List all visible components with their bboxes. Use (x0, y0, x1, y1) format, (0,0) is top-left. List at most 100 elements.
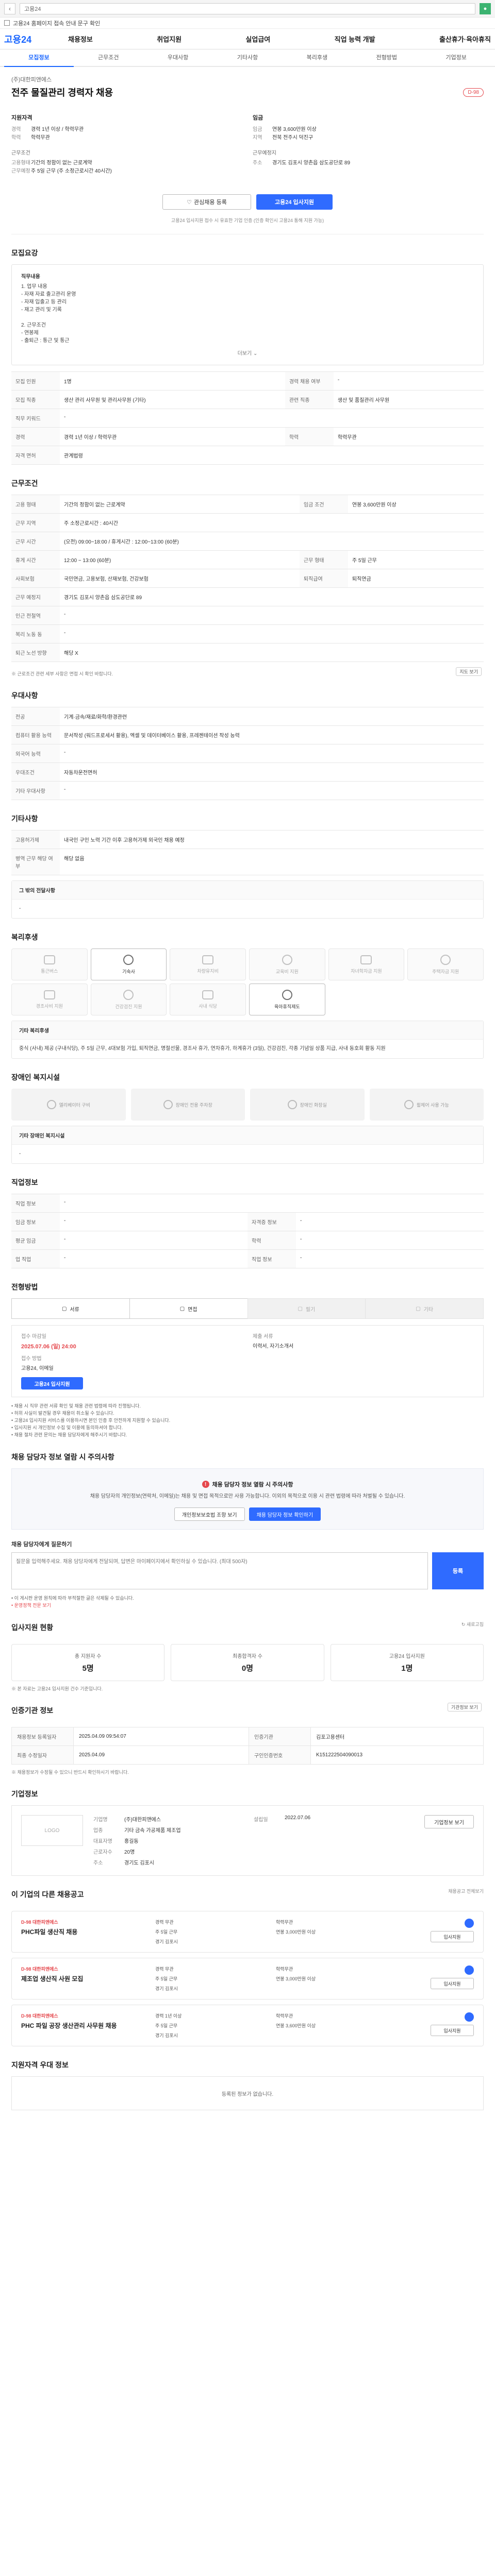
welfare-item: 경조사비 지원 (11, 984, 88, 1015)
job-title-link[interactable]: PHC 파일 공장 생산관리 사무원 채용 (21, 2021, 145, 2030)
company-value: 홍길동 (124, 1839, 139, 1844)
gnb-item-training[interactable]: 직업 능력 개발 (335, 34, 375, 44)
workinfo-table: 직업 정보 - 임금 정보 - 자격증 정보 - 평균 임금 - 학력 - 업 직업 - 직업 정보 - (11, 1194, 484, 1268)
job-title-link[interactable]: 제조업 생산직 사원 모집 (21, 1974, 145, 1983)
req-career-value: 경력 1년 이상 / 학력무관 (31, 127, 84, 132)
company-label: 대표자명 (93, 1839, 112, 1844)
region-label: 지역 (253, 135, 262, 141)
company-info: 기업명 (주)대한피앤에스 설립일 2022.07.06 업종 기타 금속 가공제품 제조… (93, 1815, 414, 1866)
welfare-grid: 통근버스 기숙사 차량유지비 교육비 지원 자녀학자금 지원 주택자금 지원 경조사비 지원… (11, 948, 484, 1015)
footer-section-title: 지원자격 우대 정보 (11, 2061, 69, 2069)
job-company: D-98 대한피앤에스 (21, 1965, 145, 1972)
policy-link[interactable]: 운영정책 전문 보기 (11, 1602, 484, 1609)
job-title-link[interactable]: PHC파일 생산직 채용 (21, 1927, 145, 1936)
welfare-item: 자녀학자금 지원 (328, 948, 405, 980)
cond-type-label: 고용형태 (11, 160, 30, 166)
company-logo: LOGO (21, 1815, 83, 1846)
apply-info-box: 접수 마감일 2025.07.06 (일) 24:00 접수 방법 고용24, … (11, 1325, 484, 1397)
work-value: 연봉 3,600만원 이상 (348, 495, 484, 514)
workinfo-section-title: 직업정보 (11, 1178, 38, 1187)
step-label: 면접 (188, 1307, 197, 1313)
work-value: - (60, 624, 484, 643)
job-card-left: D-98 대한피앤에스제조업 생산직 사원 모집 (21, 1965, 145, 1992)
selection-apply-button[interactable]: 고용24 입사지원 (21, 1377, 83, 1389)
scrap-star-icon[interactable] (465, 2012, 474, 2022)
company-value (285, 1848, 414, 1855)
company-value: 20명 (124, 1850, 135, 1855)
job-company-name: 대한피앤에스 (32, 2013, 58, 2019)
company-name[interactable]: (주)대한피앤에스 (11, 75, 484, 83)
accessibility-icon (46, 1100, 56, 1109)
job-info-item: 주 5일 근무 (155, 1976, 178, 1981)
gnb-item-support[interactable]: 취업지원 (157, 34, 182, 44)
others-more-link[interactable]: 채용공고 전체보기 (448, 1888, 484, 1894)
notice-checkbox[interactable] (4, 20, 10, 26)
tab-welfare[interactable]: 복리후생 (282, 53, 352, 66)
refresh-icon: ↻ (461, 1621, 466, 1627)
welfare-item: 차량유지비 (170, 948, 246, 980)
welfare-label: 경조사비 지원 (36, 1003, 63, 1009)
welfare-sub-title: 기타 복리후생 (12, 1021, 483, 1040)
recruit-value: 생산 및 품질관리 사무원 (333, 390, 484, 409)
job-card[interactable]: D-98 대한피앤에스 PHC 파일 공장 생산관리 사무원 채용 경력 1년 이상… (11, 2005, 484, 2046)
agency-value: 김포고용센터 (310, 1727, 484, 1746)
scrap-button[interactable]: ♡ 관심채용 등록 (162, 194, 251, 210)
stat-label: 최종합격자 수 (233, 1654, 262, 1659)
etc-sub-box: 그 밖의 전달사항 - (11, 880, 484, 919)
recruit-value: 1명 (60, 371, 285, 391)
footer-box: 등록된 정보가 없습니다. (11, 2076, 484, 2110)
cond-type-value: 기간의 정함이 없는 근로계약 (31, 160, 92, 166)
job-card[interactable]: D-98 대한피앤에스 PHC파일 생산직 채용 경력 무관 학력무관 주 5일 근무 연… (11, 1911, 484, 1953)
privacy-law-button[interactable]: 개인정보보호법 조항 보기 (174, 1507, 245, 1521)
gnb-item-jobs[interactable]: 채용정보 (68, 34, 93, 44)
tab-company[interactable]: 기업정보 (421, 53, 491, 66)
tab-recruit[interactable]: 모집정보 (4, 53, 74, 67)
stats-refresh[interactable]: ↻ 새로고침 (461, 1621, 484, 1628)
job-apply-button[interactable]: 입사지원 (431, 1931, 474, 1942)
welfare-icon (123, 954, 134, 965)
wage-value: 연봉 3,600만원 이상 (272, 127, 317, 132)
workinfo-value: - (296, 1249, 484, 1268)
selection-step: ▢ 서류 (11, 1298, 130, 1319)
apply-button[interactable]: 고용24 입사지원 (256, 194, 333, 210)
duty-content: 1. 업무 내용 - 자재 자료 출고관리 운영 - 자재 입출고 등 관리 -… (21, 284, 76, 344)
duty-more-button[interactable]: 더보기 ⌄ (21, 345, 474, 358)
work-value: 경기도 김포시 양촌읍 삼도공단로 89 (60, 587, 484, 606)
work-row: 근무 시간 (오전) 09:00~18:00 / 휴게시간 : 12:00~13:… (11, 532, 484, 551)
req-edu-label: 학력 (11, 135, 21, 141)
scrap-star-icon[interactable] (465, 1965, 474, 1975)
gnb-item-benefit[interactable]: 실업급여 (245, 34, 270, 44)
url-bar[interactable]: 고용24 (20, 3, 475, 14)
gnb-item-leave[interactable]: 출산휴가·육아휴직 (439, 34, 491, 44)
recruit-label: 학력 (285, 427, 334, 446)
cond-schedule-value: 주 5일 근무 (주 소정근로시간 40시간) (31, 168, 112, 174)
job-apply-button[interactable]: 입사지원 (431, 2025, 474, 2036)
prefer-value: - (60, 744, 484, 763)
welfare-sub-box: 기타 복리후생 중식 (사내) 제공 (구내식당), 주 5일 근무, 4대보험… (11, 1021, 484, 1059)
job-card[interactable]: D-98 대한피앤에스 제조업 생산직 사원 모집 경력 무관 학력무관 주 5일 근무… (11, 1958, 484, 1999)
scrap-star-icon[interactable] (465, 1919, 474, 1928)
welfare-label: 주택자금 지원 (432, 969, 459, 974)
recruit-row: 자격 면허 관계법령 (11, 446, 484, 465)
tab-work[interactable]: 근무조건 (74, 53, 143, 66)
etc-sub-title: 그 밖의 전달사항 (12, 881, 483, 900)
prefer-label: 전공 (11, 707, 60, 726)
contact-view-button[interactable]: 채용 담당자 정보 확인하기 (249, 1507, 321, 1521)
etc-value: 해당 없음 (60, 849, 484, 875)
welfare-item: 육아휴직제도 (249, 984, 325, 1015)
back-icon[interactable]: ‹ (4, 3, 15, 14)
site-logo[interactable]: 고용24 (4, 32, 61, 46)
map-button[interactable]: 지도 보기 (456, 667, 482, 676)
question-submit-button[interactable]: 등록 (432, 1552, 484, 1589)
tab-selection[interactable]: 전형방법 (352, 53, 421, 66)
tab-prefer[interactable]: 우대사항 (143, 53, 213, 66)
question-input[interactable] (11, 1552, 428, 1589)
workinfo-label: 학력 (248, 1231, 296, 1250)
agency-button[interactable]: 기관정보 보기 (447, 1702, 482, 1711)
tab-etc[interactable]: 기타사항 (213, 53, 283, 66)
job-apply-button[interactable]: 입사지원 (431, 1978, 474, 1989)
etc-label: 고용허가제 (11, 830, 60, 849)
company-detail-button[interactable]: 기업정보 보기 (424, 1815, 474, 1828)
extension-icon[interactable]: ● (480, 3, 491, 14)
recruit-row: 직무 키워드 - (11, 409, 484, 428)
